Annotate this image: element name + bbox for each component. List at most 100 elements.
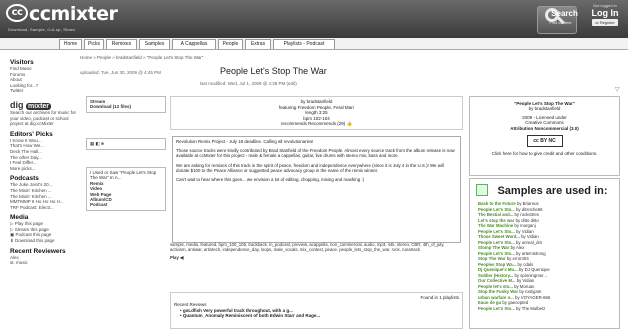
- sample-title[interactable]: Stomp The War: [478, 245, 509, 250]
- thumbs-up-icon[interactable]: 👍: [346, 121, 352, 126]
- sample-title[interactable]: Peoples Stop Wa...: [478, 262, 516, 267]
- samples-used-in: Samples are used in: Back to the Future …: [469, 178, 620, 329]
- found-playlists[interactable]: Found in 1 playlists: [174, 295, 459, 300]
- scroll-indicator-icon[interactable]: ▽: [615, 86, 620, 93]
- download-page-label: Download this page: [15, 238, 55, 244]
- desc-paragraph: Those source tracks were kindly contribu…: [176, 148, 455, 159]
- sample-artist[interactable]: by Vidian: [516, 229, 534, 234]
- sample-artist[interactable]: by morganj: [514, 223, 535, 228]
- sample-title[interactable]: People Let's Sto...: [478, 240, 515, 245]
- sample-title[interactable]: Those Sweet Word...: [478, 234, 520, 239]
- sample-artist[interactable]: by gaecepted: [502, 300, 528, 305]
- sample-title[interactable]: Our Collective M...: [478, 278, 516, 283]
- sample-item[interactable]: People Let's Sto... by The Mulbetz: [472, 306, 617, 312]
- sample-title[interactable]: Back to the Future: [478, 201, 516, 206]
- sample-title[interactable]: Dj Quenique's Mu...: [478, 267, 518, 272]
- share-box: ▦ ◧ ■: [86, 138, 166, 150]
- cc-license-badge[interactable]: cc BY NC: [526, 135, 563, 148]
- sample-artist[interactable]: by rustyjam: [519, 289, 541, 294]
- more-picks-link[interactable]: More picks...: [10, 166, 80, 172]
- sample-title[interactable]: People let's sto...: [478, 284, 513, 289]
- sample-artist[interactable]: by spinningmer...: [514, 273, 546, 278]
- dig-logo[interactable]: dig mixter: [10, 100, 80, 110]
- tab-remixes[interactable]: Remixes: [106, 39, 137, 49]
- play-page-label: Play this page: [14, 221, 43, 227]
- editors-picks-heading: Editors' Picks: [10, 130, 53, 138]
- tag-list: sample, media, featured, bpm_100_105, tr…: [170, 242, 460, 261]
- tags-text[interactable]: sample, media, featured, bpm_100_105, tr…: [170, 242, 460, 252]
- license-name[interactable]: Attribution Noncommercial (3.0): [470, 126, 619, 131]
- license-box: "People Let's Stop The War" by bradstanf…: [469, 96, 620, 176]
- search-label[interactable]: Search: [540, 9, 585, 18]
- dig-word: dig: [10, 99, 24, 110]
- tab-samples[interactable]: Samples: [139, 39, 170, 49]
- used-in-box: I Used or Saw "People Let's Stop The War…: [86, 167, 166, 211]
- sidebar-link[interactable]: Twitter: [10, 88, 80, 94]
- tab-extras[interactable]: Extras: [245, 39, 271, 49]
- sample-artist[interactable]: by artemistrong: [516, 251, 546, 256]
- track-description: Revolution Remix Project - July 18 deadl…: [172, 136, 461, 243]
- desc-paragraph: Revolution Remix Project - July 18 deadl…: [176, 139, 314, 144]
- sample-title[interactable]: urban warfare n...: [478, 295, 514, 300]
- tab-home[interactable]: Home: [59, 39, 82, 49]
- sample-title[interactable]: Let's stop the war: [478, 218, 514, 223]
- sample-artist[interactable]: by cdals: [517, 262, 533, 267]
- podcast-link[interactable]: TRF Podcast: Electr...: [10, 205, 80, 211]
- sample-artist[interactable]: by ditto ditto: [516, 218, 539, 223]
- sample-artist[interactable]: by Briareus: [517, 201, 539, 206]
- recommends-line[interactable]: recommends Recommends (29) 👍: [173, 121, 460, 127]
- sample-artist[interactable]: by DJ Quenique: [519, 267, 550, 272]
- media-heading: Media: [10, 214, 29, 222]
- desc-paragraph: We are asking for remixes of this track …: [176, 162, 444, 173]
- register-link[interactable]: or Register: [592, 19, 618, 26]
- sample-title[interactable]: People Let's Sto...: [478, 306, 515, 311]
- download-page-link[interactable]: ⬇ Download this page: [10, 238, 80, 244]
- samples-icon: [476, 184, 488, 196]
- login-link[interactable]: Log In: [584, 8, 626, 18]
- sample-artist[interactable]: by error404: [507, 256, 529, 261]
- sample-artist[interactable]: by The Mulbetz: [516, 306, 545, 311]
- facebook-icon[interactable]: ■: [101, 141, 104, 146]
- sample-artist[interactable]: by Vidian: [517, 278, 535, 283]
- used-podcast-link[interactable]: Podcast: [90, 202, 162, 207]
- samples-heading: Samples are used in:: [497, 185, 608, 197]
- review-item[interactable]: • Quantum_Anomaly Reminiscent of both Ed…: [174, 313, 459, 318]
- sample-title[interactable]: People Let's Sto...: [478, 207, 515, 212]
- sample-artist[interactable]: by unreal_dm: [516, 240, 542, 245]
- stream-page-label: Stream this page: [14, 226, 49, 232]
- recent-reviews: Found in 1 playlists Recent Reviews • go…: [170, 292, 463, 329]
- sample-title[interactable]: Soldier (History...: [478, 273, 513, 278]
- breadcrumb[interactable]: Home » People » bradstanfield » "People …: [80, 55, 203, 60]
- license-conditions-link[interactable]: Click here for how to give credit and ot…: [470, 151, 619, 156]
- sample-title[interactable]: People Let's Sto...: [478, 251, 515, 256]
- license-by: by bradstanfield: [528, 106, 561, 112]
- sample-artist[interactable]: by rocksttres: [515, 212, 539, 217]
- ccmixter-logo[interactable]: cc ccmixter: [6, 4, 118, 24]
- sample-artist[interactable]: by Moruan: [514, 284, 534, 289]
- download-link[interactable]: Download (12 files): [90, 104, 162, 109]
- sample-artist[interactable]: by VOYAGER-666: [515, 295, 550, 300]
- recent-reviews-label: Recent Reviews: [174, 302, 207, 307]
- sample-title[interactable]: Stop the Funky War: [478, 289, 518, 294]
- tab-picks[interactable]: Picks: [84, 39, 104, 49]
- tab-acappellas[interactable]: A Cappellas: [172, 39, 216, 49]
- sample-title[interactable]: The Bestial and...: [478, 212, 513, 217]
- sample-title[interactable]: Eauo de gu: [478, 300, 501, 305]
- sample-title[interactable]: The War Machine: [478, 223, 513, 228]
- play-button[interactable]: Play ◀: [170, 255, 460, 260]
- reviewer-link[interactable]: st. music: [10, 260, 80, 266]
- sidebar: Visitors Find Music Forums About Looking…: [10, 55, 80, 266]
- tab-people[interactable]: People: [218, 39, 243, 49]
- sample-artist[interactable]: by ditsnche66: [516, 207, 543, 212]
- modified-date: last modified: Wed, Jul 1, 2009 @ 4:38 P…: [200, 81, 297, 86]
- sample-artist[interactable]: by Vidian: [521, 234, 539, 239]
- search-sublabel[interactable]: Find content: [538, 20, 583, 25]
- tab-playlists[interactable]: Playlists - Podcast: [273, 39, 335, 49]
- share-icon[interactable]: ▦: [90, 141, 94, 146]
- podcast-page-label: Podcast this page: [15, 232, 52, 238]
- sample-artist[interactable]: by Alex: [511, 245, 525, 250]
- delicious-icon[interactable]: ◧: [96, 141, 100, 146]
- page-title: People Let's Stop The War: [220, 66, 327, 76]
- sample-title[interactable]: People Let's Sto...: [478, 229, 515, 234]
- sample-title[interactable]: Stop The War: [478, 256, 506, 261]
